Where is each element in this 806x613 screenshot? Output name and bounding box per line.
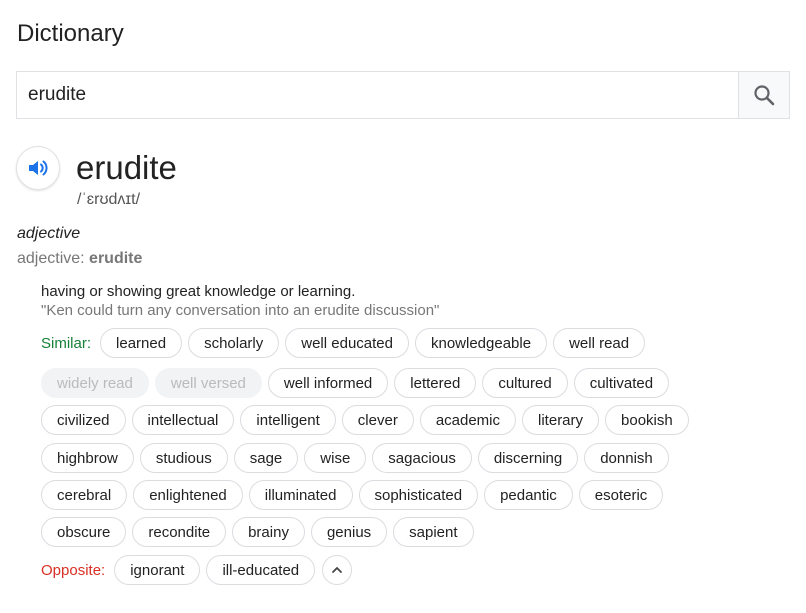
similar-chip[interactable]: civilized: [41, 405, 126, 435]
similar-chip[interactable]: sage: [233, 443, 299, 473]
similar-chip-faded: widely read: [41, 368, 149, 398]
similar-chip[interactable]: wise: [304, 443, 367, 473]
pos-word: erudite: [89, 250, 143, 267]
pos-headline: adjective: erudite: [17, 250, 142, 268]
similar-chip[interactable]: donnish: [584, 443, 669, 473]
example-sentence: "Ken could turn any conversation into an…: [41, 302, 440, 319]
similar-label: Similar:: [41, 334, 92, 352]
search-box: [16, 71, 790, 119]
similar-chip[interactable]: illuminated: [248, 480, 353, 510]
opposite-chip[interactable]: ignorant: [114, 555, 201, 585]
similar-chip[interactable]: academic: [419, 405, 517, 435]
similar-chip[interactable]: discerning: [477, 443, 579, 473]
opposite-label: Opposite:: [41, 561, 106, 579]
similar-chip[interactable]: cultured: [482, 368, 568, 398]
pronunciation-button[interactable]: [16, 146, 60, 190]
speaker-icon: [29, 160, 48, 176]
collapse-button[interactable]: [322, 555, 353, 585]
similar-chip[interactable]: literary: [522, 405, 600, 435]
similar-chip[interactable]: well informed: [267, 368, 389, 398]
phonetic: /ˈɛrʊdʌɪt/: [77, 191, 141, 208]
similar-chip[interactable]: intellectual: [131, 405, 235, 435]
similar-chip[interactable]: cerebral: [41, 480, 128, 510]
pos-prefix: adjective:: [17, 250, 90, 267]
similar-chip[interactable]: enlightened: [133, 480, 243, 510]
similar-row-3: civilized intellectual intelligent cleve…: [41, 405, 695, 435]
similar-chip[interactable]: highbrow: [41, 443, 134, 473]
similar-row-5: cerebral enlightened illuminated sophist…: [41, 480, 669, 510]
chevron-up-icon: [332, 567, 343, 573]
similar-chip[interactable]: studious: [139, 443, 228, 473]
part-of-speech: adjective: [17, 225, 81, 242]
similar-chip[interactable]: recondite: [132, 517, 227, 547]
search-icon: [754, 85, 775, 106]
similar-row-2: widely read well versed well informed le…: [41, 368, 675, 398]
similar-chip[interactable]: knowledgeable: [414, 328, 548, 358]
search-input[interactable]: [17, 72, 738, 118]
similar-chip[interactable]: sophisticated: [358, 480, 479, 510]
similar-chip[interactable]: esoteric: [578, 480, 664, 510]
definition: having or showing great knowledge or lea…: [41, 283, 356, 300]
similar-chip[interactable]: genius: [310, 517, 388, 547]
similar-chip[interactable]: sagacious: [372, 443, 472, 473]
opposite-chip[interactable]: ill-educated: [206, 555, 316, 585]
similar-row-4: highbrow studious sage wise sagacious di…: [41, 443, 675, 473]
similar-row-6: obscure recondite brainy genius sapient: [41, 517, 480, 547]
similar-chip[interactable]: sapient: [393, 517, 474, 547]
headword: erudite: [76, 149, 177, 186]
search-button[interactable]: [738, 72, 789, 118]
similar-row-1: Similar: learned scholarly well educated…: [41, 328, 651, 358]
similar-chip[interactable]: brainy: [232, 517, 305, 547]
similar-chip[interactable]: pedantic: [484, 480, 573, 510]
similar-chip[interactable]: bookish: [605, 405, 689, 435]
opposite-row: Opposite: ignorant ill-educated: [41, 555, 353, 585]
similar-chip[interactable]: learned: [100, 328, 183, 358]
similar-chip[interactable]: clever: [341, 405, 414, 435]
similar-chip[interactable]: scholarly: [188, 328, 280, 358]
similar-chip[interactable]: cultivated: [573, 368, 670, 398]
similar-chip-faded: well versed: [154, 368, 262, 398]
page-title: Dictionary: [17, 20, 124, 47]
similar-chip[interactable]: well educated: [285, 328, 409, 358]
similar-chip[interactable]: obscure: [41, 517, 127, 547]
similar-chip[interactable]: intelligent: [240, 405, 336, 435]
similar-chip[interactable]: lettered: [394, 368, 477, 398]
similar-chip[interactable]: well read: [553, 328, 646, 358]
